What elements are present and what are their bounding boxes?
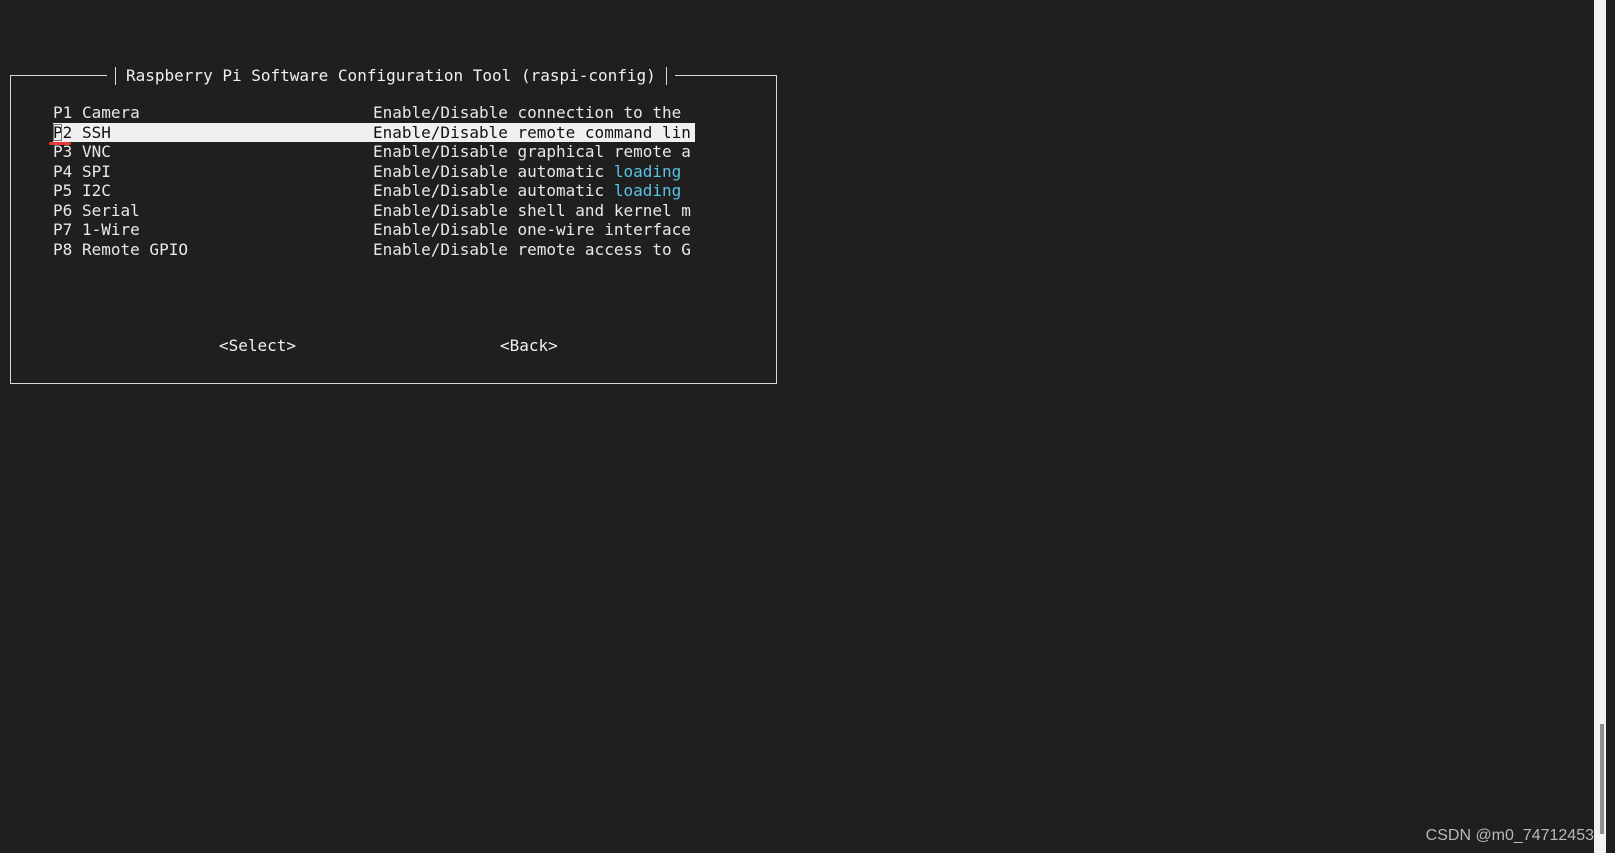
vertical-scrollbar[interactable] (1594, 0, 1606, 853)
title-left-divider (115, 67, 116, 85)
menu-item-code: P8 (53, 239, 73, 259)
menu-item-code: P5 (53, 181, 73, 200)
text-cursor (53, 123, 62, 141)
menu-item-name: SPI (82, 161, 111, 181)
menu-item-description: Enable/Disable connection to the (373, 103, 682, 122)
menu-item-name: VNC (82, 142, 111, 161)
menu-item-name: Camera (82, 103, 140, 122)
menu-item-name: Remote GPIO (82, 239, 188, 259)
watermark-text: CSDN @m0_74712453 (1425, 827, 1594, 844)
terminal-window: Raspberry Pi Software Configuration Tool… (0, 0, 1594, 853)
raspi-config-dialog: Raspberry Pi Software Configuration Tool… (10, 64, 777, 384)
menu-item-description: Enable/Disable remote command lin (373, 122, 691, 142)
menu-item-description: Enable/Disable remote access to G (373, 239, 691, 259)
menu-item-description: Enable/Disable shell and kernel m (373, 200, 691, 220)
menu-item-camera[interactable]: P1 Camera Enable/Disable connection to t… (53, 103, 695, 123)
menu-item-code: P4 (53, 161, 73, 181)
menu-item-description: Enable/Disable automatic loading (373, 161, 682, 181)
menu-item-name: Serial (82, 200, 140, 220)
menu-item-vnc[interactable]: P3 VNC Enable/Disable graphical remote a (53, 142, 695, 162)
menu-item-code: P1 (53, 103, 73, 122)
menu-item-code: P3 (53, 142, 73, 161)
select-button[interactable]: <Select> (219, 336, 296, 356)
menu-item-i2c[interactable]: P5 I2C Enable/Disable automatic loading (53, 181, 695, 201)
menu-item-name: I2C (82, 181, 111, 200)
menu-item-remote-gpio[interactable]: P8 Remote GPIO Enable/Disable remote acc… (53, 240, 695, 260)
menu-item-description: Enable/Disable automatic loading (373, 181, 682, 200)
menu-item-name: SSH (82, 122, 111, 142)
back-button[interactable]: <Back> (500, 336, 558, 356)
menu-item-spi[interactable]: P4 SPI Enable/Disable automatic loading (53, 162, 695, 182)
menu-item-code: P7 (53, 220, 73, 239)
interface-options-menu: P1 Camera Enable/Disable connection to t… (49, 103, 695, 260)
menu-item-description: Enable/Disable one-wire interface (373, 220, 691, 239)
menu-item-serial[interactable]: P6 Serial Enable/Disable shell and kerne… (53, 201, 695, 221)
menu-item-ssh[interactable]: P2 SSH Enable/Disable remote command lin (49, 122, 695, 145)
menu-item-name: 1-Wire (82, 220, 140, 239)
scrollbar-thumb[interactable] (1600, 724, 1604, 834)
menu-item-code: P6 (53, 200, 73, 220)
dialog-title-bar: Raspberry Pi Software Configuration Tool… (107, 64, 675, 88)
menu-item-description: Enable/Disable graphical remote a (373, 142, 691, 161)
title-right-divider (665, 67, 667, 85)
menu-item-1-wire[interactable]: P7 1-Wire Enable/Disable one-wire interf… (53, 220, 695, 240)
dialog-title: Raspberry Pi Software Configuration Tool… (126, 66, 656, 85)
